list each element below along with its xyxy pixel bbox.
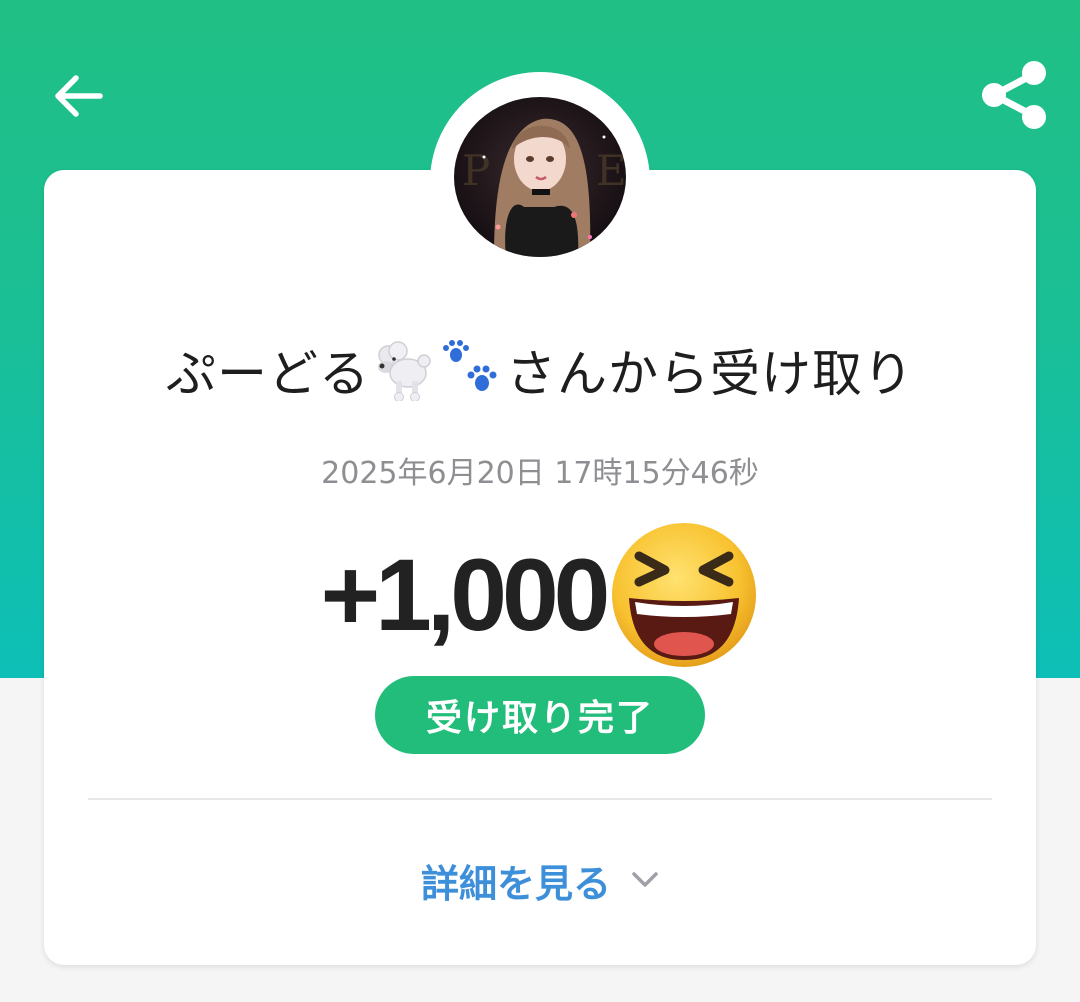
- amount-row: +1,000: [44, 510, 1036, 680]
- arrow-left-icon: [55, 75, 103, 117]
- sender-title: ぷーどる さんから受け取り: [44, 330, 1036, 410]
- share-icon: [982, 61, 1046, 129]
- transaction-datetime: 2025年6月20日 17時15分46秒: [321, 456, 759, 491]
- svg-text:E: E: [596, 146, 626, 195]
- sender-name: ぷーどる: [166, 345, 370, 403]
- divider: [88, 798, 992, 800]
- poodle-emoji: [378, 341, 431, 401]
- back-button[interactable]: [48, 66, 108, 126]
- laughing-squint-face-emoji: [612, 523, 757, 667]
- chevron-down-icon: [631, 871, 659, 889]
- share-button[interactable]: [974, 58, 1054, 132]
- amount-value: +1,000: [320, 537, 611, 652]
- title-suffix: さんから受け取り: [506, 345, 914, 403]
- paw-prints-emoji: [443, 340, 497, 391]
- status-badge: 受け取り完了: [375, 676, 705, 754]
- view-details-button[interactable]: 詳細を見る: [44, 848, 1036, 912]
- user-avatar: P E: [454, 97, 626, 257]
- svg-text:P: P: [462, 146, 490, 195]
- view-details-label: 詳細を見る: [420, 861, 611, 906]
